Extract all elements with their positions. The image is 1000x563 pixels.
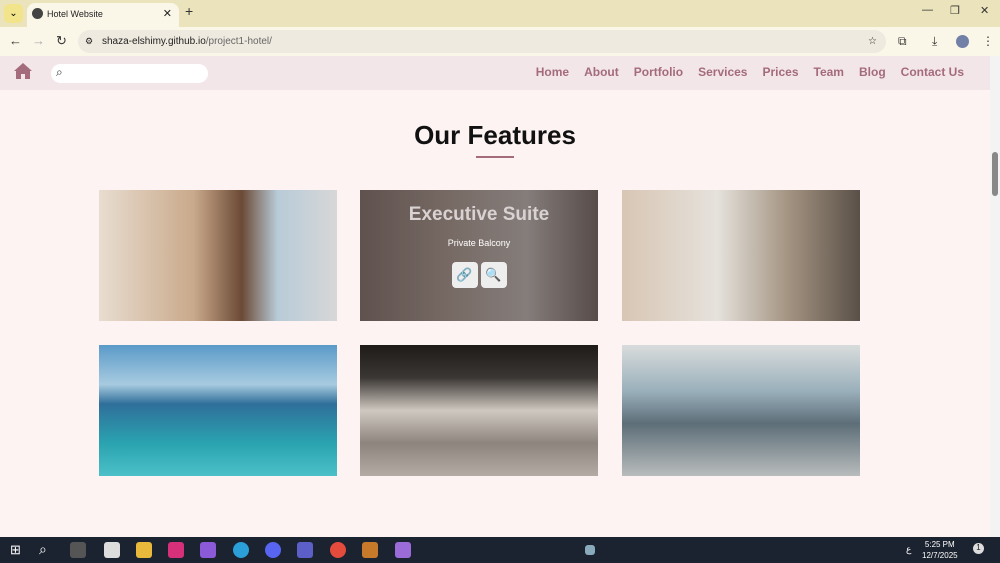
notification-count[interactable]: 1 bbox=[973, 543, 984, 554]
camera-icon[interactable] bbox=[104, 542, 120, 558]
taskbar: ⊞ ⌕ ع 5:25 PM 12/7/2025 1 bbox=[0, 537, 1000, 563]
download-icon[interactable]: ⤓ bbox=[932, 34, 937, 49]
discord-icon[interactable] bbox=[265, 542, 281, 558]
nav-home[interactable]: Home bbox=[536, 65, 569, 79]
reload-icon[interactable]: ↻ bbox=[56, 33, 67, 49]
nav-portfolio[interactable]: Portfolio bbox=[634, 65, 683, 79]
feature-image-conference[interactable] bbox=[360, 345, 598, 476]
bookmark-star-icon[interactable]: ☆ bbox=[868, 30, 877, 53]
app-icon-2[interactable] bbox=[395, 542, 411, 558]
nav-team[interactable]: Team bbox=[814, 65, 844, 79]
feature-image-lounge[interactable] bbox=[622, 345, 860, 476]
url-path: /project1-hotel/ bbox=[205, 36, 272, 47]
new-tab-button[interactable]: + bbox=[185, 3, 193, 19]
telegram-icon[interactable] bbox=[233, 542, 249, 558]
main-nav: Home About Portfolio Services Prices Tea… bbox=[536, 65, 964, 79]
search-icon: ⌕ bbox=[56, 65, 63, 79]
site-info-icon[interactable]: ⚙ bbox=[85, 30, 93, 53]
hover-overlay: Executive Suite Private Balcony 🔗 🔍 bbox=[360, 190, 598, 321]
globe-icon bbox=[32, 8, 43, 19]
nav-blog[interactable]: Blog bbox=[859, 65, 886, 79]
link-icon[interactable]: 🔗 bbox=[451, 262, 478, 288]
zoom-in-icon[interactable]: 🔍 bbox=[480, 262, 507, 288]
clock[interactable]: 5:25 PM 12/7/2025 bbox=[922, 539, 958, 561]
scrollbar[interactable] bbox=[990, 56, 1000, 537]
browser-tab[interactable]: Hotel Website ✕ bbox=[27, 3, 179, 27]
forward-icon[interactable]: → bbox=[32, 33, 45, 48]
maximize-button[interactable]: ❐ bbox=[950, 4, 960, 17]
feature-card-executive-suite[interactable]: Executive Suite Private Balcony 🔗 🔍 bbox=[360, 190, 598, 321]
nav-contact[interactable]: Contact Us bbox=[901, 65, 964, 79]
file-explorer-icon[interactable] bbox=[136, 542, 152, 558]
search-icon[interactable]: ⌕ bbox=[39, 541, 47, 558]
date: 12/7/2025 bbox=[922, 551, 958, 560]
address-bar-row: ← → ↻ ⚙ shaza-elshimy.github.io/project1-… bbox=[0, 27, 1000, 56]
app-icon[interactable] bbox=[362, 542, 378, 558]
title-underline bbox=[476, 156, 514, 158]
instagram-icon[interactable] bbox=[168, 542, 184, 558]
language-indicator[interactable]: ع bbox=[906, 544, 911, 555]
feature-image-restaurant[interactable] bbox=[622, 190, 860, 321]
home-icon[interactable] bbox=[14, 63, 32, 79]
chrome-icon[interactable] bbox=[330, 542, 346, 558]
nav-services[interactable]: Services bbox=[698, 65, 747, 79]
close-window-button[interactable]: ✕ bbox=[980, 4, 989, 17]
feature-image-bedroom[interactable] bbox=[99, 190, 337, 321]
time: 5:25 PM bbox=[924, 540, 955, 549]
site-header: ⌕ Home About Portfolio Services Prices T… bbox=[0, 56, 990, 90]
card-subtitle: Private Balcony bbox=[447, 238, 511, 248]
tray-icons[interactable] bbox=[585, 545, 595, 555]
more-menu-icon[interactable]: ⋮ bbox=[982, 34, 994, 48]
back-icon[interactable]: ← bbox=[9, 33, 22, 48]
close-tab-icon[interactable]: ✕ bbox=[163, 3, 172, 25]
tab-title: Hotel Website bbox=[47, 9, 103, 19]
profile-avatar[interactable] bbox=[956, 35, 969, 48]
card-title: Executive Suite bbox=[408, 204, 550, 225]
windows-start-icon[interactable]: ⊞ bbox=[10, 542, 21, 558]
teams-icon[interactable] bbox=[297, 542, 313, 558]
section-title: Our Features bbox=[414, 120, 576, 150]
nav-prices[interactable]: Prices bbox=[762, 65, 798, 79]
tab-bar: ⌄ Hotel Website ✕ + — ❐ ✕ bbox=[0, 0, 1000, 27]
nav-about[interactable]: About bbox=[584, 65, 619, 79]
task-view-icon[interactable] bbox=[70, 542, 86, 558]
scrollbar-thumb[interactable] bbox=[992, 152, 998, 196]
url-input[interactable]: ⚙ shaza-elshimy.github.io/project1-hotel/… bbox=[78, 30, 886, 53]
minimize-button[interactable]: — bbox=[922, 4, 933, 16]
visual-studio-icon[interactable] bbox=[200, 542, 216, 558]
tab-search-button[interactable]: ⌄ bbox=[4, 4, 23, 23]
url-domain: shaza-elshimy.github.io bbox=[102, 36, 206, 47]
search-input[interactable]: ⌕ bbox=[51, 64, 208, 83]
feature-image-pool[interactable] bbox=[99, 345, 337, 476]
extensions-icon[interactable]: ⧉ bbox=[898, 34, 907, 49]
